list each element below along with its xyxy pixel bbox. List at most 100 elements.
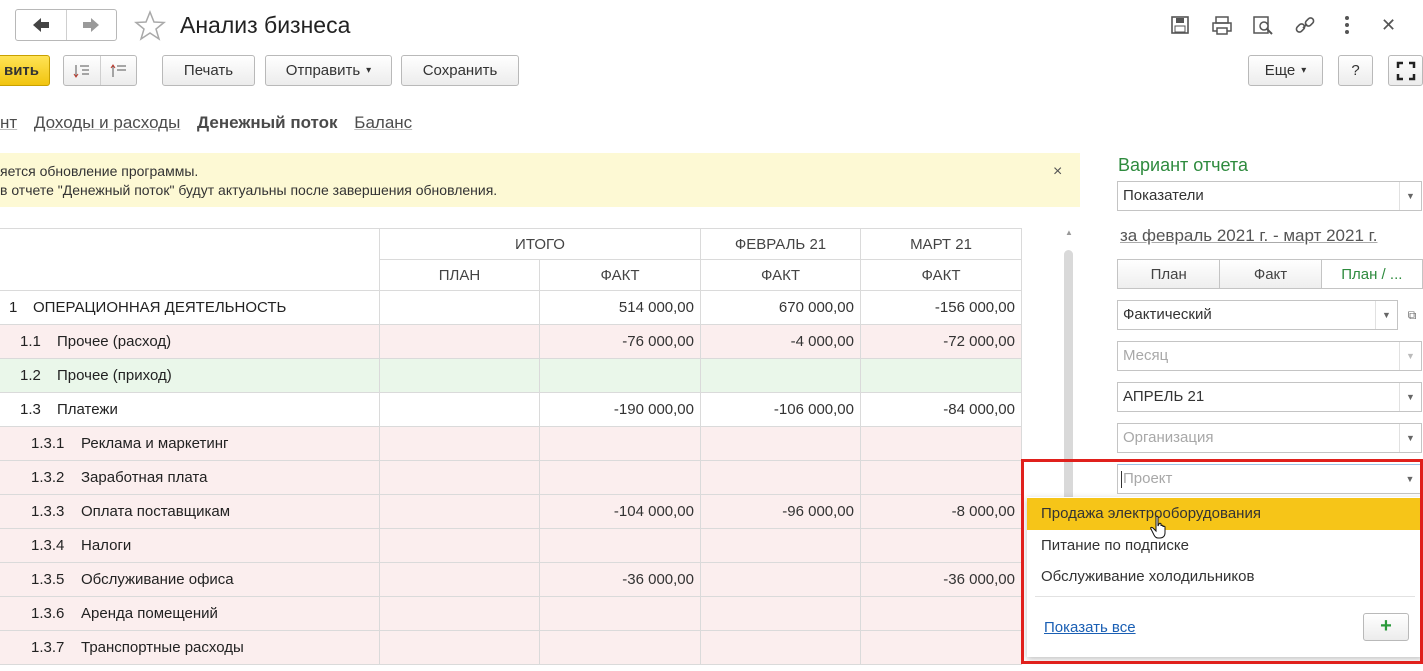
cell-mar[interactable]: -72 000,00	[860, 324, 1022, 359]
cell-fact[interactable]	[539, 528, 701, 563]
table-row[interactable]: 1.1 Прочее (расход) -76 000,00 -4 000,00 -72…	[0, 324, 1022, 359]
chevron-down-icon[interactable]: ▼	[1399, 465, 1421, 493]
primary-button[interactable]: вить	[0, 55, 50, 86]
close-icon[interactable]: ✕	[1381, 12, 1396, 38]
cell-feb[interactable]	[700, 528, 861, 563]
cell-plan[interactable]	[379, 528, 540, 563]
cell-mar[interactable]: -8 000,00	[860, 494, 1022, 529]
cell-feb[interactable]: -96 000,00	[700, 494, 861, 529]
table-row[interactable]: 1.2 Прочее (приход)	[0, 358, 1022, 393]
tab-balance[interactable]: Баланс	[354, 113, 412, 132]
cell-feb[interactable]	[700, 562, 861, 597]
table-row[interactable]: 1.3.1 Реклама и маркетинг	[0, 426, 1022, 461]
cell-feb[interactable]: -4 000,00	[700, 324, 861, 359]
cell-mar[interactable]	[860, 358, 1022, 393]
cell-feb[interactable]	[700, 596, 861, 631]
project-input[interactable]: Проект ▼	[1117, 464, 1422, 494]
seg-fact[interactable]: Факт	[1219, 260, 1321, 288]
cell-plan[interactable]	[379, 630, 540, 665]
forward-button[interactable]	[65, 10, 117, 40]
organization-select[interactable]: Организация ▼	[1117, 423, 1422, 453]
dropdown-item[interactable]: Обслуживание холодильников	[1027, 561, 1423, 593]
show-all-link[interactable]: Показать все	[1044, 619, 1136, 636]
cell-mar[interactable]	[860, 630, 1022, 665]
table-row[interactable]: 1.3.6 Аренда помещений	[0, 596, 1022, 631]
month-select[interactable]: АПРЕЛЬ 21 ▼	[1117, 382, 1422, 412]
cell-plan[interactable]	[379, 562, 540, 597]
cell-fact[interactable]	[539, 426, 701, 461]
scroll-thumb[interactable]	[1064, 250, 1073, 510]
add-button[interactable]: +	[1363, 613, 1409, 641]
tab-cash-flow[interactable]: Денежный поток	[197, 113, 338, 132]
table-row[interactable]: 1 ОПЕРАЦИОННАЯ ДЕЯТЕЛЬНОСТЬ 514 000,00 670 …	[0, 290, 1022, 325]
save-icon-button[interactable]	[1167, 12, 1193, 38]
link-icon-button[interactable]	[1292, 12, 1318, 38]
cell-feb[interactable]	[700, 426, 861, 461]
fullscreen-button[interactable]	[1388, 55, 1423, 86]
cell-feb[interactable]	[700, 358, 861, 393]
chevron-down-icon[interactable]: ▼	[1399, 182, 1421, 210]
star-icon[interactable]	[133, 9, 167, 43]
cell-fact[interactable]: -76 000,00	[539, 324, 701, 359]
cell-mar[interactable]	[860, 528, 1022, 563]
cell-feb[interactable]	[700, 460, 861, 495]
help-button[interactable]: ?	[1338, 55, 1373, 86]
cell-feb[interactable]: 670 000,00	[700, 290, 861, 325]
dropdown-item[interactable]: Питание по подписке	[1027, 530, 1423, 562]
table-row[interactable]: 1.3.4 Налоги	[0, 528, 1022, 563]
cell-plan[interactable]	[379, 324, 540, 359]
cell-feb[interactable]: -106 000,00	[700, 392, 861, 427]
cell-mar[interactable]	[860, 460, 1022, 495]
cell-mar[interactable]: -156 000,00	[860, 290, 1022, 325]
cell-fact[interactable]	[539, 460, 701, 495]
cell-fact[interactable]	[539, 630, 701, 665]
variant-select[interactable]: Показатели ▼	[1117, 181, 1422, 211]
tab-income-expense[interactable]: Доходы и расходы	[34, 113, 180, 132]
expand-button[interactable]	[64, 56, 100, 85]
seg-plan[interactable]: План	[1118, 260, 1220, 288]
send-button[interactable]: Отправить ▾	[265, 55, 392, 86]
chevron-down-icon[interactable]: ▼	[1399, 342, 1421, 370]
collapse-button[interactable]	[100, 56, 136, 85]
cell-plan[interactable]	[379, 290, 540, 325]
cell-fact[interactable]: 514 000,00	[539, 290, 701, 325]
back-button[interactable]	[16, 10, 66, 40]
period-link[interactable]: за февраль 2021 г. - март 2021 г.	[1120, 226, 1377, 246]
print-button[interactable]: Печать	[162, 55, 255, 86]
cell-plan[interactable]	[379, 358, 540, 393]
cell-mar[interactable]	[860, 426, 1022, 461]
more-dots-button[interactable]	[1334, 12, 1360, 38]
cell-fact[interactable]	[539, 358, 701, 393]
table-row[interactable]: 1.3.5 Обслуживание офиса -36 000,00 -36 000…	[0, 562, 1022, 597]
cell-fact[interactable]: -36 000,00	[539, 562, 701, 597]
cell-plan[interactable]	[379, 392, 540, 427]
cell-fact[interactable]: -190 000,00	[539, 392, 701, 427]
chevron-down-icon[interactable]: ▼	[1375, 301, 1397, 329]
cell-plan[interactable]	[379, 460, 540, 495]
cell-feb[interactable]	[700, 630, 861, 665]
cell-mar[interactable]: -36 000,00	[860, 562, 1022, 597]
cell-plan[interactable]	[379, 494, 540, 529]
table-row[interactable]: 1.3.3 Оплата поставщикам -104 000,00 -96 00…	[0, 494, 1022, 529]
table-row[interactable]: 1.3.2 Заработная плата	[0, 460, 1022, 495]
save-button[interactable]: Сохранить	[401, 55, 519, 86]
preview-icon-button[interactable]	[1250, 12, 1276, 38]
table-row[interactable]: 1.3 Платежи -190 000,00 -106 000,00 -84 000,…	[0, 392, 1022, 427]
dropdown-item[interactable]: Продажа электрооборудования	[1027, 498, 1423, 530]
cell-mar[interactable]: -84 000,00	[860, 392, 1022, 427]
cell-fact[interactable]: -104 000,00	[539, 494, 701, 529]
scroll-up-icon[interactable]: ▲	[1063, 228, 1075, 237]
tab-variant[interactable]: нт	[0, 113, 17, 132]
cell-plan[interactable]	[379, 596, 540, 631]
cell-fact[interactable]	[539, 596, 701, 631]
cell-plan[interactable]	[379, 426, 540, 461]
notice-close-icon[interactable]: ×	[1053, 163, 1062, 181]
print-icon-button[interactable]	[1209, 12, 1235, 38]
more-button[interactable]: Еще ▾	[1248, 55, 1323, 86]
chevron-down-icon[interactable]: ▼	[1399, 383, 1421, 411]
table-row[interactable]: 1.3.7 Транспортные расходы	[0, 630, 1022, 665]
chevron-down-icon[interactable]: ▼	[1399, 424, 1421, 452]
scenario-select[interactable]: Фактический ▼ ⧉	[1117, 300, 1416, 330]
open-icon[interactable]: ⧉	[1401, 301, 1423, 329]
seg-plan-fact[interactable]: План / ...	[1320, 260, 1422, 288]
